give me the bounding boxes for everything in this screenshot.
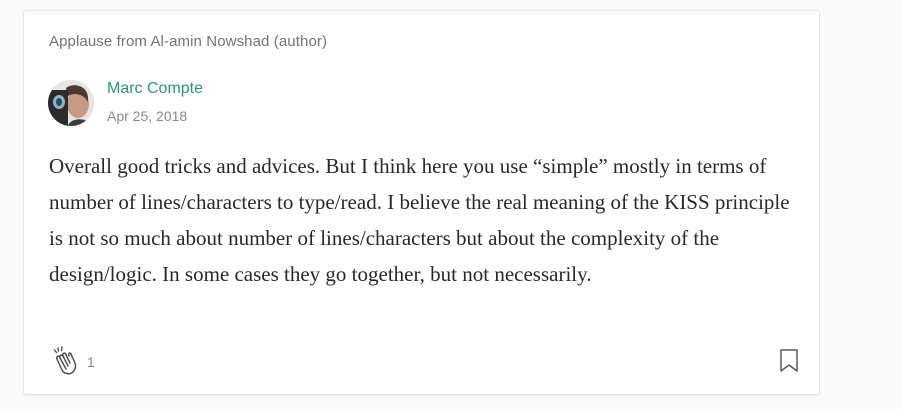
response-card: Applause from Al-amin Nowshad (author) M…	[23, 10, 820, 395]
response-body: Overall good tricks and advices. But I t…	[49, 154, 790, 286]
bookmark-icon[interactable]	[778, 348, 800, 374]
avatar-image	[48, 80, 94, 126]
author-name-link[interactable]: Marc Compte	[107, 80, 203, 98]
clap-count: 1	[87, 354, 95, 370]
avatar[interactable]	[48, 80, 94, 126]
applause-note: Applause from Al-amin Nowshad (author)	[49, 33, 328, 50]
response-date[interactable]: Apr 25, 2018	[107, 108, 187, 124]
clap-icon[interactable]	[48, 345, 80, 377]
